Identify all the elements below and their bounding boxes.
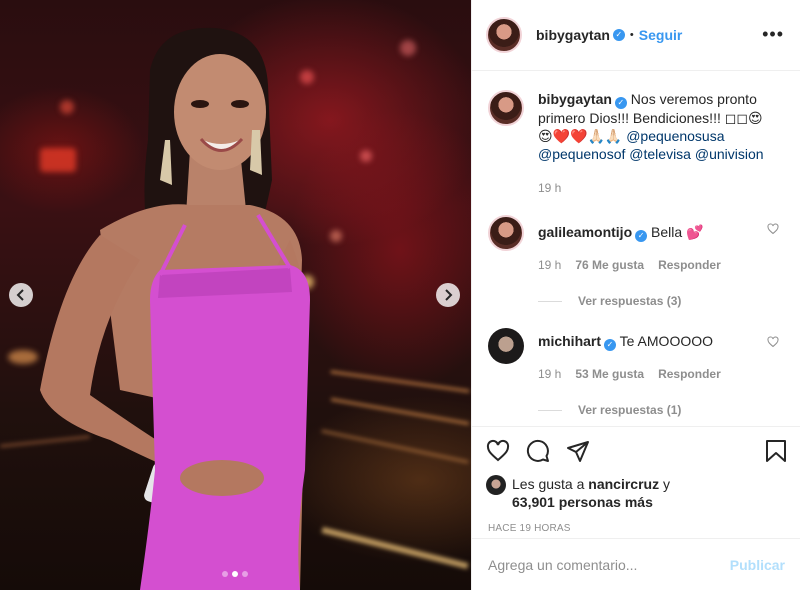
commenter-username[interactable]: michihart <box>538 333 601 349</box>
reply-button[interactable]: Responder <box>658 258 721 272</box>
comment-input[interactable] <box>488 556 730 573</box>
more-options-button[interactable]: ••• <box>762 25 784 43</box>
caption-time[interactable]: 19 h <box>538 179 768 197</box>
comment-likes[interactable]: 76 Me gusta <box>575 258 644 272</box>
liker-username[interactable]: nancircruz <box>588 476 659 492</box>
likes-count[interactable]: 63,901 personas más <box>512 494 653 510</box>
comment-button[interactable] <box>526 439 550 463</box>
comments-section[interactable]: bibygaytan ✓ Nos veremos pronto primero D… <box>472 72 800 426</box>
post-side-panel: bibygaytan ✓ • Seguir ••• bibygaytan ✓ No… <box>471 0 800 590</box>
paper-plane-icon <box>567 441 589 462</box>
chevron-left-icon <box>16 289 24 301</box>
previous-arrow-button[interactable] <box>9 283 33 307</box>
mention-link[interactable]: @televisa <box>629 146 691 162</box>
mention-link[interactable]: @univision <box>695 146 764 162</box>
next-arrow-button[interactable] <box>436 283 460 307</box>
view-replies-label: Ver respuestas (1) <box>578 403 682 417</box>
post-timestamp[interactable]: HACE 19 HORAS <box>488 523 787 534</box>
like-button[interactable] <box>486 439 510 463</box>
replies-divider <box>538 409 562 411</box>
view-replies-button[interactable]: Ver respuestas (3) <box>538 294 785 308</box>
caption-username[interactable]: bibygaytan <box>538 91 612 107</box>
comment-item: galileamontijo ✓ Bella 💕 19 h 76 Me gusta… <box>488 215 785 272</box>
comment-meta: 19 h 76 Me gusta Responder <box>538 258 768 272</box>
comment-likes[interactable]: 53 Me gusta <box>575 367 644 381</box>
share-button[interactable] <box>566 439 590 463</box>
carousel-dot-active <box>232 571 238 577</box>
carousel-dot <box>222 571 228 577</box>
carousel-dots <box>222 571 248 577</box>
verified-badge-icon: ✓ <box>614 97 627 109</box>
woman-figure <box>40 27 310 590</box>
likes-connector: y <box>662 476 670 492</box>
add-comment-bar: Publicar <box>472 538 800 590</box>
likes-prefix: Les gusta a <box>512 476 585 492</box>
verified-badge-icon: ✓ <box>604 339 617 351</box>
post-header: bibygaytan ✓ • Seguir ••• <box>472 0 800 71</box>
comment-time[interactable]: 19 h <box>538 367 561 381</box>
comment-meta: 19 h 53 Me gusta Responder <box>538 367 768 381</box>
liker-avatar[interactable] <box>486 475 506 495</box>
verified-badge-icon: ✓ <box>635 230 648 242</box>
commenter-username[interactable]: galileamontijo <box>538 224 632 240</box>
comment-like-heart-icon[interactable] <box>767 336 779 348</box>
save-button[interactable] <box>765 439 787 463</box>
comment-like-heart-icon[interactable] <box>767 223 779 235</box>
comment-text: Te AMOOOOO <box>619 333 714 349</box>
post-media[interactable] <box>0 0 471 590</box>
mention-link[interactable]: @pequenosof <box>538 146 625 162</box>
mention-link[interactable]: @pequenosusa <box>626 128 724 144</box>
replies-divider <box>538 300 562 302</box>
post-caption: bibygaytan ✓ Nos veremos pronto primero D… <box>488 90 785 197</box>
chevron-right-icon <box>445 289 453 301</box>
caption-avatar[interactable] <box>488 90 524 126</box>
carousel-dot <box>242 571 248 577</box>
bookmark-icon <box>766 440 786 462</box>
commenter-avatar[interactable] <box>488 328 524 364</box>
commenter-avatar[interactable] <box>488 215 524 251</box>
follow-button[interactable]: Seguir <box>639 27 683 43</box>
speech-bubble-icon <box>526 439 549 462</box>
heart-icon <box>486 439 510 462</box>
author-avatar[interactable] <box>486 17 522 53</box>
header-separator: • <box>629 29 634 41</box>
verified-badge-icon: ✓ <box>612 29 625 41</box>
post-actions: Les gusta a nancircruz y 63,901 personas… <box>472 426 800 538</box>
publish-button[interactable]: Publicar <box>730 557 785 573</box>
likes-summary: Les gusta a nancircruz y 63,901 personas… <box>486 475 787 511</box>
view-replies-label: Ver respuestas (3) <box>578 294 682 308</box>
reply-button[interactable]: Responder <box>658 367 721 381</box>
comment-time[interactable]: 19 h <box>538 258 561 272</box>
author-username[interactable]: bibygaytan <box>536 27 610 43</box>
comment-item: michihart ✓ Te AMOOOOO 19 h 53 Me gusta R… <box>488 328 785 381</box>
view-replies-button[interactable]: Ver respuestas (1) <box>538 403 785 417</box>
comment-text: Bella 💕 <box>651 224 704 240</box>
